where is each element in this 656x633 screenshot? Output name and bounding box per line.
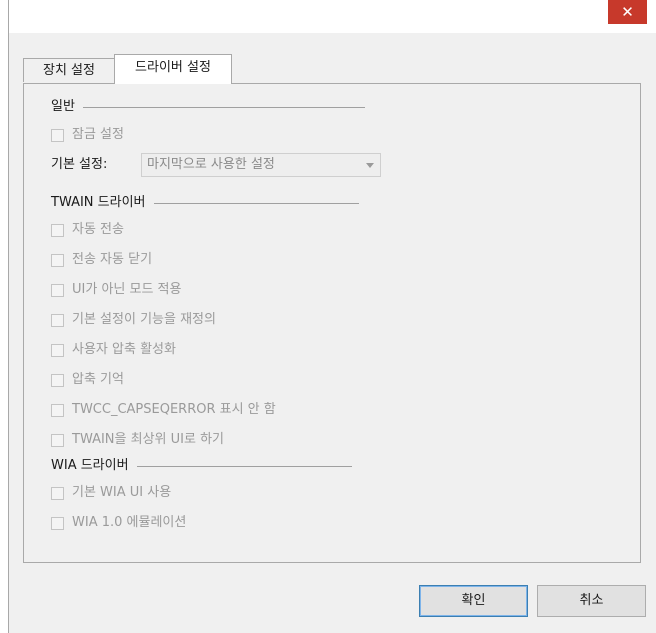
twain-option-label: 전송 자동 닫기 [72, 252, 153, 267]
hide-capseqerror-checkbox[interactable] [51, 403, 64, 417]
non-ui-mode-checkbox[interactable] [51, 283, 64, 297]
hide-capseqerror-option[interactable]: TWCC_CAPSEQERROR 표시 안 함 [51, 401, 276, 419]
twain-topmost-checkbox[interactable] [51, 433, 64, 447]
twain-option-label: UI가 아닌 모드 적용 [72, 282, 182, 297]
title-bar: ✕ [9, 0, 656, 33]
close-button[interactable]: ✕ [608, 0, 647, 24]
twain-option-label: 사용자 압축 활성화 [72, 342, 176, 357]
wia-option-label: 기본 WIA UI 사용 [72, 485, 172, 500]
twain-group-title: TWAIN 드라이버 [51, 195, 146, 210]
default-wia-ui-checkbox[interactable] [51, 486, 64, 500]
default-wia-ui-option[interactable]: 기본 WIA UI 사용 [51, 484, 171, 502]
tab-driver-settings[interactable]: 드라이버 설정 [114, 54, 232, 84]
auto-transfer-checkbox[interactable] [51, 223, 64, 237]
auto-transfer-option[interactable]: 자동 전송 [51, 221, 124, 239]
tab-device-settings[interactable]: 장치 설정 [23, 58, 115, 82]
wia-option-label: WIA 1.0 에뮬레이션 [72, 515, 187, 530]
auto-close-checkbox[interactable] [51, 253, 64, 267]
ok-button[interactable]: 확인 [419, 585, 528, 617]
preset-select[interactable]: 마지막으로 사용한 설정 [141, 153, 381, 177]
lock-settings-checkbox[interactable] [51, 128, 64, 142]
preset-override-option[interactable]: 기본 설정이 기능을 재정의 [51, 311, 216, 329]
twain-option-label: TWAIN을 최상위 UI로 하기 [72, 432, 225, 447]
twain-option-label: 자동 전송 [72, 222, 124, 237]
twain-option-label: 압축 기억 [72, 372, 124, 387]
driver-settings-panel: 일반 잠금 설정 기본 설정: 마지막으로 사용한 설정 TWAIN 드라이버 … [23, 83, 641, 563]
preset-override-checkbox[interactable] [51, 313, 64, 327]
custom-compression-checkbox[interactable] [51, 343, 64, 357]
general-group-divider [82, 106, 365, 108]
preset-label: 기본 설정: [51, 157, 108, 172]
twain-option-label: TWCC_CAPSEQERROR 표시 안 함 [72, 402, 276, 417]
wia-emulation-option[interactable]: WIA 1.0 에뮬레이션 [51, 514, 186, 532]
remember-compression-option[interactable]: 압축 기억 [51, 371, 124, 389]
custom-compression-option[interactable]: 사용자 압축 활성화 [51, 341, 176, 359]
twain-group-header: TWAIN 드라이버 [51, 194, 359, 212]
chevron-down-icon [366, 163, 374, 168]
general-group-title: 일반 [51, 99, 75, 114]
twain-option-label: 기본 설정이 기능을 재정의 [72, 312, 216, 327]
twain-group-divider [153, 202, 359, 204]
lock-settings-label: 잠금 설정 [72, 127, 124, 142]
wia-group-title: WIA 드라이버 [51, 458, 129, 473]
wia-emulation-checkbox[interactable] [51, 516, 64, 530]
preset-select-value: 마지막으로 사용한 설정 [147, 157, 275, 172]
general-group-header: 일반 [51, 98, 365, 116]
lock-settings-option[interactable]: 잠금 설정 [51, 126, 124, 144]
driver-settings-dialog: ✕ 장치 설정 드라이버 설정 일반 잠금 설정 기본 설정: 마지막으로 사용… [8, 0, 656, 633]
auto-close-option[interactable]: 전송 자동 닫기 [51, 251, 152, 269]
cancel-button[interactable]: 취소 [537, 585, 646, 617]
remember-compression-checkbox[interactable] [51, 373, 64, 387]
wia-group-divider [136, 465, 352, 467]
twain-topmost-option[interactable]: TWAIN을 최상위 UI로 하기 [51, 431, 224, 449]
non-ui-mode-option[interactable]: UI가 아닌 모드 적용 [51, 281, 181, 299]
close-icon: ✕ [621, 3, 634, 21]
wia-group-header: WIA 드라이버 [51, 457, 352, 475]
